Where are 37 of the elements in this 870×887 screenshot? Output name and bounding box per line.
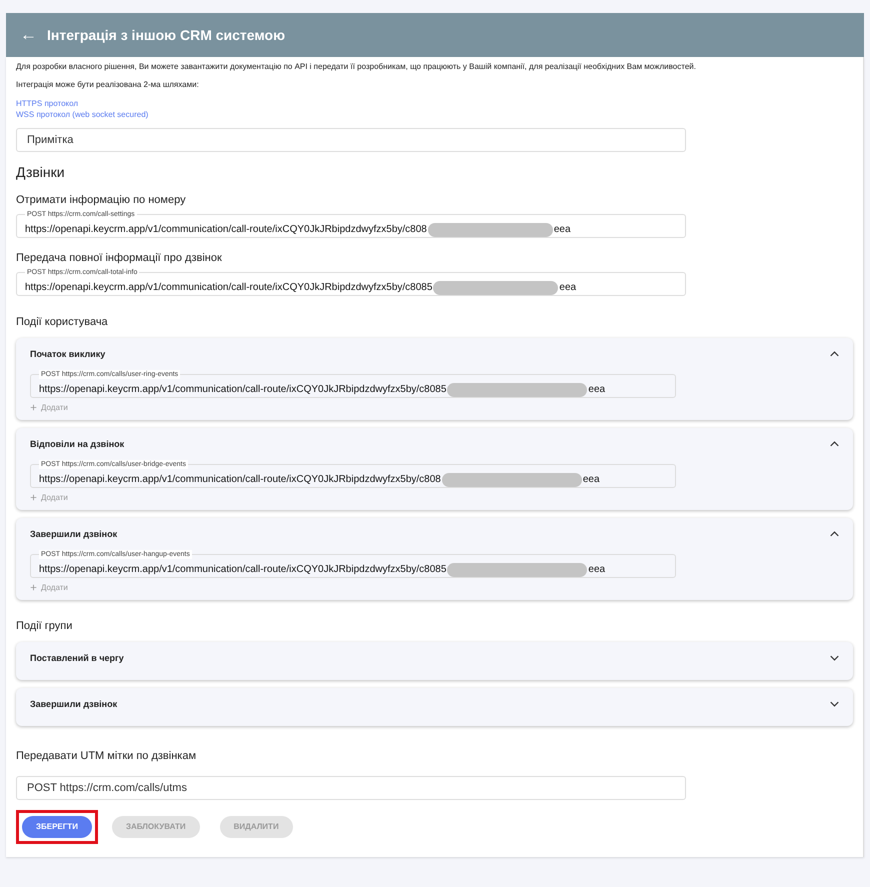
field-value: eea bbox=[582, 474, 600, 486]
chevron-icon[interactable] bbox=[830, 440, 839, 447]
panel-title[interactable]: Поставлений в чергу bbox=[30, 652, 124, 663]
panel-title[interactable]: Завершили дзвінок bbox=[30, 528, 118, 539]
section-heading: Події групи bbox=[16, 620, 74, 632]
field-value: https://openapi.keycrm.app/v1/communication/call-route/ixCQY0JkJRbipdzdwyfzx5by/c808 bbox=[25, 224, 427, 236]
note-input[interactable]: Примітка bbox=[16, 128, 686, 152]
field-title: Передача повної інформації про дзвінок bbox=[16, 252, 223, 264]
field-value: https://openapi.keycrm.app/v1/communication/call-route/ixCQY0JkJRbipdzdwyfzx5by/c8085 bbox=[25, 282, 432, 294]
chevron-icon[interactable] bbox=[830, 350, 839, 357]
field-value: eea bbox=[559, 282, 576, 294]
utm-input[interactable]: POST https://crm.com/calls/utms bbox=[16, 776, 686, 800]
panel-title[interactable]: Початок виклику bbox=[30, 348, 106, 359]
plus-icon bbox=[30, 404, 37, 412]
plus-icon bbox=[30, 584, 37, 592]
chevron-icon[interactable] bbox=[830, 654, 839, 661]
chevron-icon[interactable] bbox=[830, 700, 839, 707]
field-value: https://openapi.keycrm.app/v1/communication/call-route/ixCQY0JkJRbipdzdwyfzx5by/c8085 bbox=[39, 564, 446, 576]
field-value: eea bbox=[588, 384, 606, 396]
field-value: eea bbox=[554, 224, 571, 236]
section-heading: Події користувача bbox=[16, 316, 109, 328]
description-text: Для розробки власного рішення, Ви можете завантажити документацію по API і передати її розробникам, що працюють у Вашій компанії, для реалізації необхідних Вам можливостей. bbox=[16, 63, 697, 72]
section-heading: Дзвінки bbox=[16, 164, 66, 180]
panel-title[interactable]: Завершили дзвінок bbox=[30, 698, 118, 709]
action-button[interactable]: ЗБЕРЕГТИ bbox=[22, 816, 92, 838]
panel-title[interactable]: Відповіли на дзвінок bbox=[30, 438, 124, 449]
field-value: https://openapi.keycrm.app/v1/communication/call-route/ixCQY0JkJRbipdzdwyfzx5by/c808 bbox=[39, 474, 441, 486]
field-value: eea bbox=[588, 564, 606, 576]
plus-icon bbox=[30, 494, 37, 502]
section-heading: Передавати UTM мітки по дзвінкам bbox=[16, 750, 198, 762]
page-title: Інтеграція з іншою CRM системою bbox=[47, 27, 286, 43]
field-value: https://openapi.keycrm.app/v1/communication/call-route/ixCQY0JkJRbipdzdwyfzx5by/c8085 bbox=[39, 384, 446, 396]
chevron-icon[interactable] bbox=[830, 530, 839, 537]
description-text: Інтеграція може бути реалізована 2-ма шляхами: bbox=[16, 80, 200, 90]
protocol-link[interactable]: WSS протокол (web socket secured) bbox=[16, 110, 148, 119]
protocol-link[interactable]: HTTPS протокол bbox=[16, 98, 78, 108]
field-title: Отримати інформацію по номеру bbox=[16, 194, 187, 206]
